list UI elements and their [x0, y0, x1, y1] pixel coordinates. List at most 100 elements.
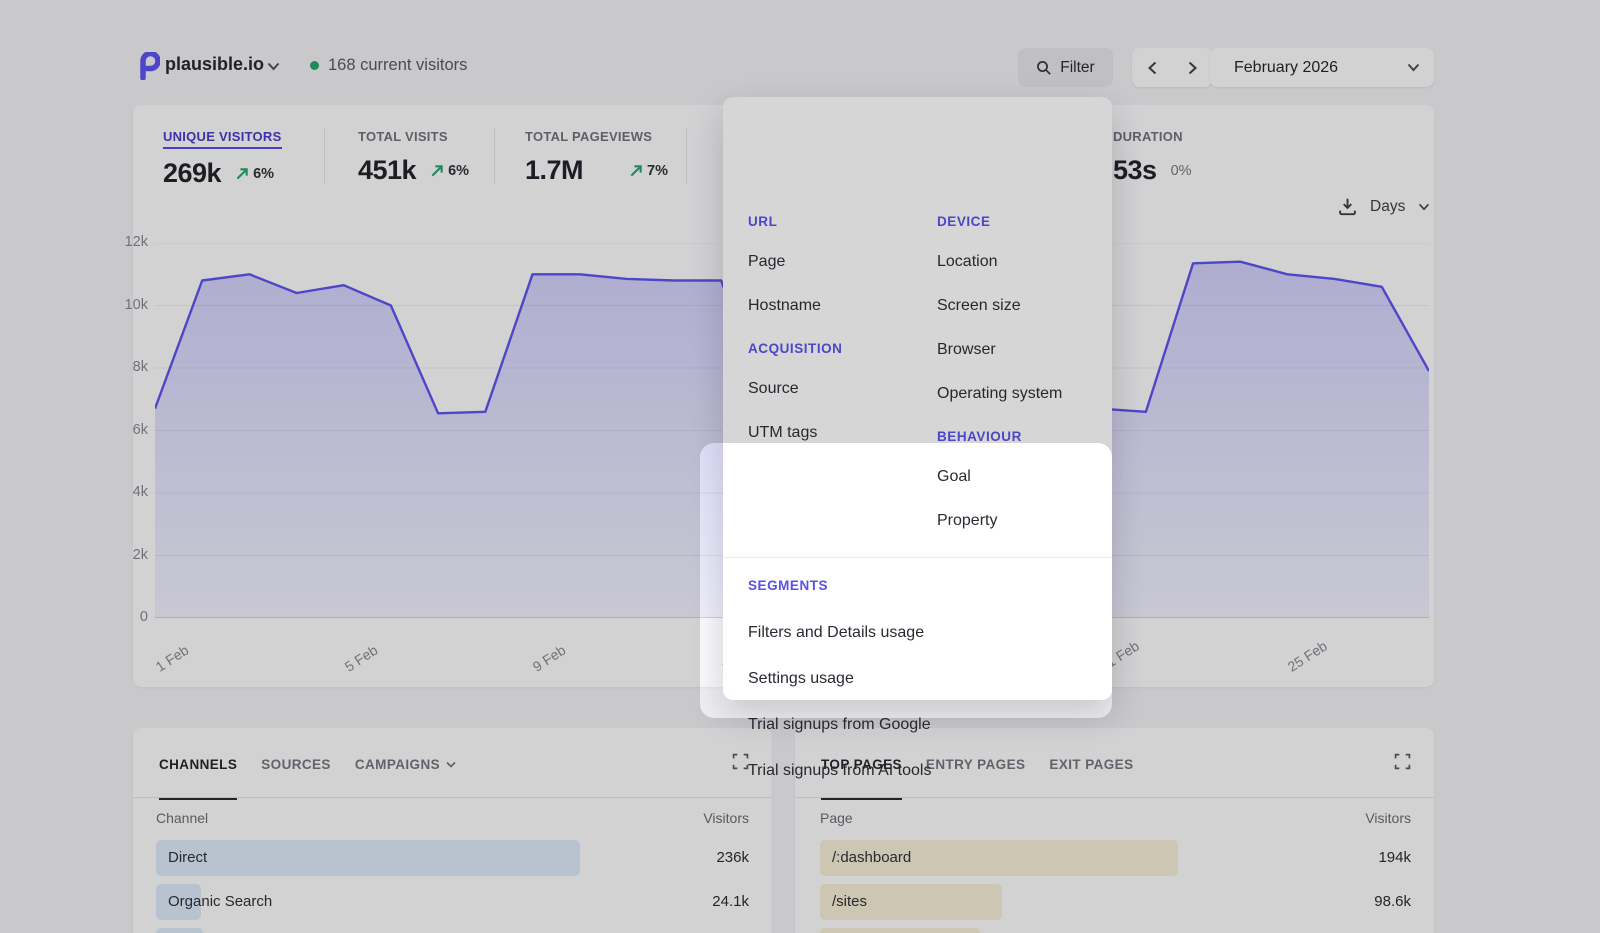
download-icon[interactable]: [1338, 197, 1357, 216]
expand-icon[interactable]: [1394, 753, 1411, 770]
row-value: 24.1k: [712, 884, 749, 920]
channels-table: Direct 236k Organic Search 24.1k: [156, 840, 749, 933]
row-label[interactable]: /:dashboard: [832, 840, 911, 876]
metric-label: TOTAL PAGEVIEWS: [525, 129, 652, 144]
segment-item-settings-usage[interactable]: Settings usage: [748, 670, 1098, 690]
metric-value: 1.7M: [525, 155, 583, 186]
row-value: 98.6k: [1374, 884, 1411, 920]
y-axis-label: 8k: [104, 359, 148, 375]
metric-unique-visitors[interactable]: UNIQUE VISITORS 269k 6%: [163, 128, 282, 189]
filter-button-label: Filter: [1060, 59, 1094, 77]
y-axis-label: 0: [104, 609, 148, 625]
filter-item-page[interactable]: Page: [748, 253, 923, 273]
metric-label: DURATION: [1113, 129, 1183, 144]
metric-label: UNIQUE VISITORS: [163, 129, 282, 149]
metric-value: 451k: [358, 155, 416, 186]
interval-select[interactable]: Days: [1370, 198, 1405, 216]
chevron-down-icon: [446, 761, 456, 768]
filter-item-property[interactable]: Property: [937, 512, 1112, 532]
pages-table: /:dashboard 194k/sites 98.6k: [820, 840, 1411, 933]
table-row[interactable]: /:dashboard 194k: [820, 840, 1411, 876]
expand-icon[interactable]: [732, 753, 749, 770]
trend-up-icon: [430, 164, 444, 178]
filter-section-title-device: DEVICE: [937, 214, 1112, 234]
filter-item-utm-tags[interactable]: UTM tags: [748, 424, 923, 444]
metric-change: 0%: [1171, 163, 1192, 179]
metric-change: 6%: [253, 166, 274, 182]
table-row-clipped: [156, 928, 749, 933]
filter-section-title-url: URL: [748, 214, 923, 234]
tab-divider: [133, 797, 772, 798]
channels-tab-campaigns[interactable]: CAMPAIGNS: [355, 754, 456, 774]
metric-change: 6%: [448, 163, 469, 179]
filter-item-screen-size[interactable]: Screen size: [937, 297, 1112, 317]
filter-menu-column-1: URL Page Hostname ACQUISITION Source UTM tags: [748, 214, 923, 468]
filter-dropdown-menu: URL Page Hostname ACQUISITION Source UTM tags…: [723, 97, 1112, 700]
row-value: 236k: [716, 840, 749, 876]
column-header: Visitors: [820, 808, 1411, 828]
stat-divider: [686, 128, 687, 184]
metric-value: 53s: [1113, 155, 1157, 186]
channels-tab-sources[interactable]: SOURCES: [261, 754, 331, 774]
row-label[interactable]: Organic Search: [168, 884, 272, 920]
y-axis-label: 10k: [104, 297, 148, 313]
y-axis-label: 6k: [104, 422, 148, 438]
stat-divider: [494, 128, 495, 184]
plausible-logo: [138, 52, 160, 80]
next-period-button[interactable]: [1180, 57, 1205, 79]
filter-section-title-behaviour: BEHAVIOUR: [937, 429, 1112, 449]
row-label[interactable]: /sites: [832, 884, 867, 920]
filter-item-operating-system[interactable]: Operating system: [937, 385, 1112, 405]
filter-item-hostname[interactable]: Hostname: [748, 297, 923, 317]
channels-tab-channels[interactable]: CHANNELS: [159, 754, 237, 774]
site-name[interactable]: plausible.io: [165, 54, 264, 75]
chevron-down-icon[interactable]: [267, 62, 280, 71]
date-range-picker[interactable]: February 2026: [1210, 48, 1434, 87]
metric-total-pageviews[interactable]: TOTAL PAGEVIEWS 1.7M 7%: [525, 128, 668, 186]
trend-up-icon: [629, 164, 643, 178]
metric-change: 7%: [647, 163, 668, 179]
search-icon: [1036, 60, 1052, 76]
segment-item-trial-signups-from-google[interactable]: Trial signups from Google: [748, 716, 1098, 736]
chevron-down-icon: [1407, 63, 1420, 72]
row-bar: [820, 928, 980, 933]
y-axis-label: 2k: [104, 547, 148, 563]
table-row[interactable]: /sites 98.6k: [820, 884, 1411, 920]
plausible-dashboard: plausible.io 168 current visitors Filter…: [0, 0, 1600, 933]
current-visitors-label: 168 current visitors: [328, 56, 467, 75]
table-row[interactable]: Organic Search 24.1k: [156, 884, 749, 920]
metric-total-visits[interactable]: TOTAL VISITS 451k 6%: [358, 128, 469, 186]
menu-divider: [723, 557, 1112, 558]
filter-section-title-acquisition: ACQUISITION: [748, 341, 923, 361]
current-visitors[interactable]: 168 current visitors: [310, 56, 467, 75]
y-axis-label: 4k: [104, 484, 148, 500]
filter-item-browser[interactable]: Browser: [937, 341, 1112, 361]
chevron-down-icon: [1418, 203, 1430, 211]
metric-value: 269k: [163, 158, 221, 189]
live-dot-icon: [310, 61, 319, 70]
filter-menu-column-2: DEVICE Location Screen size Browser Operatin…: [937, 214, 1112, 556]
date-range-label: February 2026: [1234, 59, 1407, 77]
metric-visit-duration[interactable]: DURATION 53s 0%: [1113, 128, 1192, 186]
segment-item-filters-and-details-usage[interactable]: Filters and Details usage: [748, 624, 1098, 644]
filter-item-source[interactable]: Source: [748, 380, 923, 400]
previous-period-button[interactable]: [1140, 57, 1165, 79]
segments-section: SEGMENTS Filters and Details usage Settin…: [748, 578, 1098, 808]
row-label[interactable]: Direct: [168, 840, 207, 876]
column-header: Visitors: [156, 808, 749, 828]
y-axis-label: 12k: [104, 234, 148, 250]
filter-button[interactable]: Filter: [1018, 48, 1113, 87]
channels-tabs: CHANNELS SOURCES CAMPAIGNS: [159, 754, 456, 774]
table-row[interactable]: Direct 236k: [156, 840, 749, 876]
stat-divider: [324, 128, 325, 184]
chart-toolbar: Days: [1338, 197, 1430, 216]
row-bar: [156, 840, 580, 876]
segment-item-trial-signups-from-ai-tools[interactable]: Trial signups from AI tools: [748, 762, 1098, 782]
filter-item-location[interactable]: Location: [937, 253, 1112, 273]
row-bar: [156, 928, 203, 933]
period-nav: [1132, 48, 1212, 87]
filter-item-goal[interactable]: Goal: [937, 468, 1112, 488]
row-value: 194k: [1378, 840, 1411, 876]
segments-section-title: SEGMENTS: [748, 578, 1098, 596]
metric-label: TOTAL VISITS: [358, 129, 448, 144]
